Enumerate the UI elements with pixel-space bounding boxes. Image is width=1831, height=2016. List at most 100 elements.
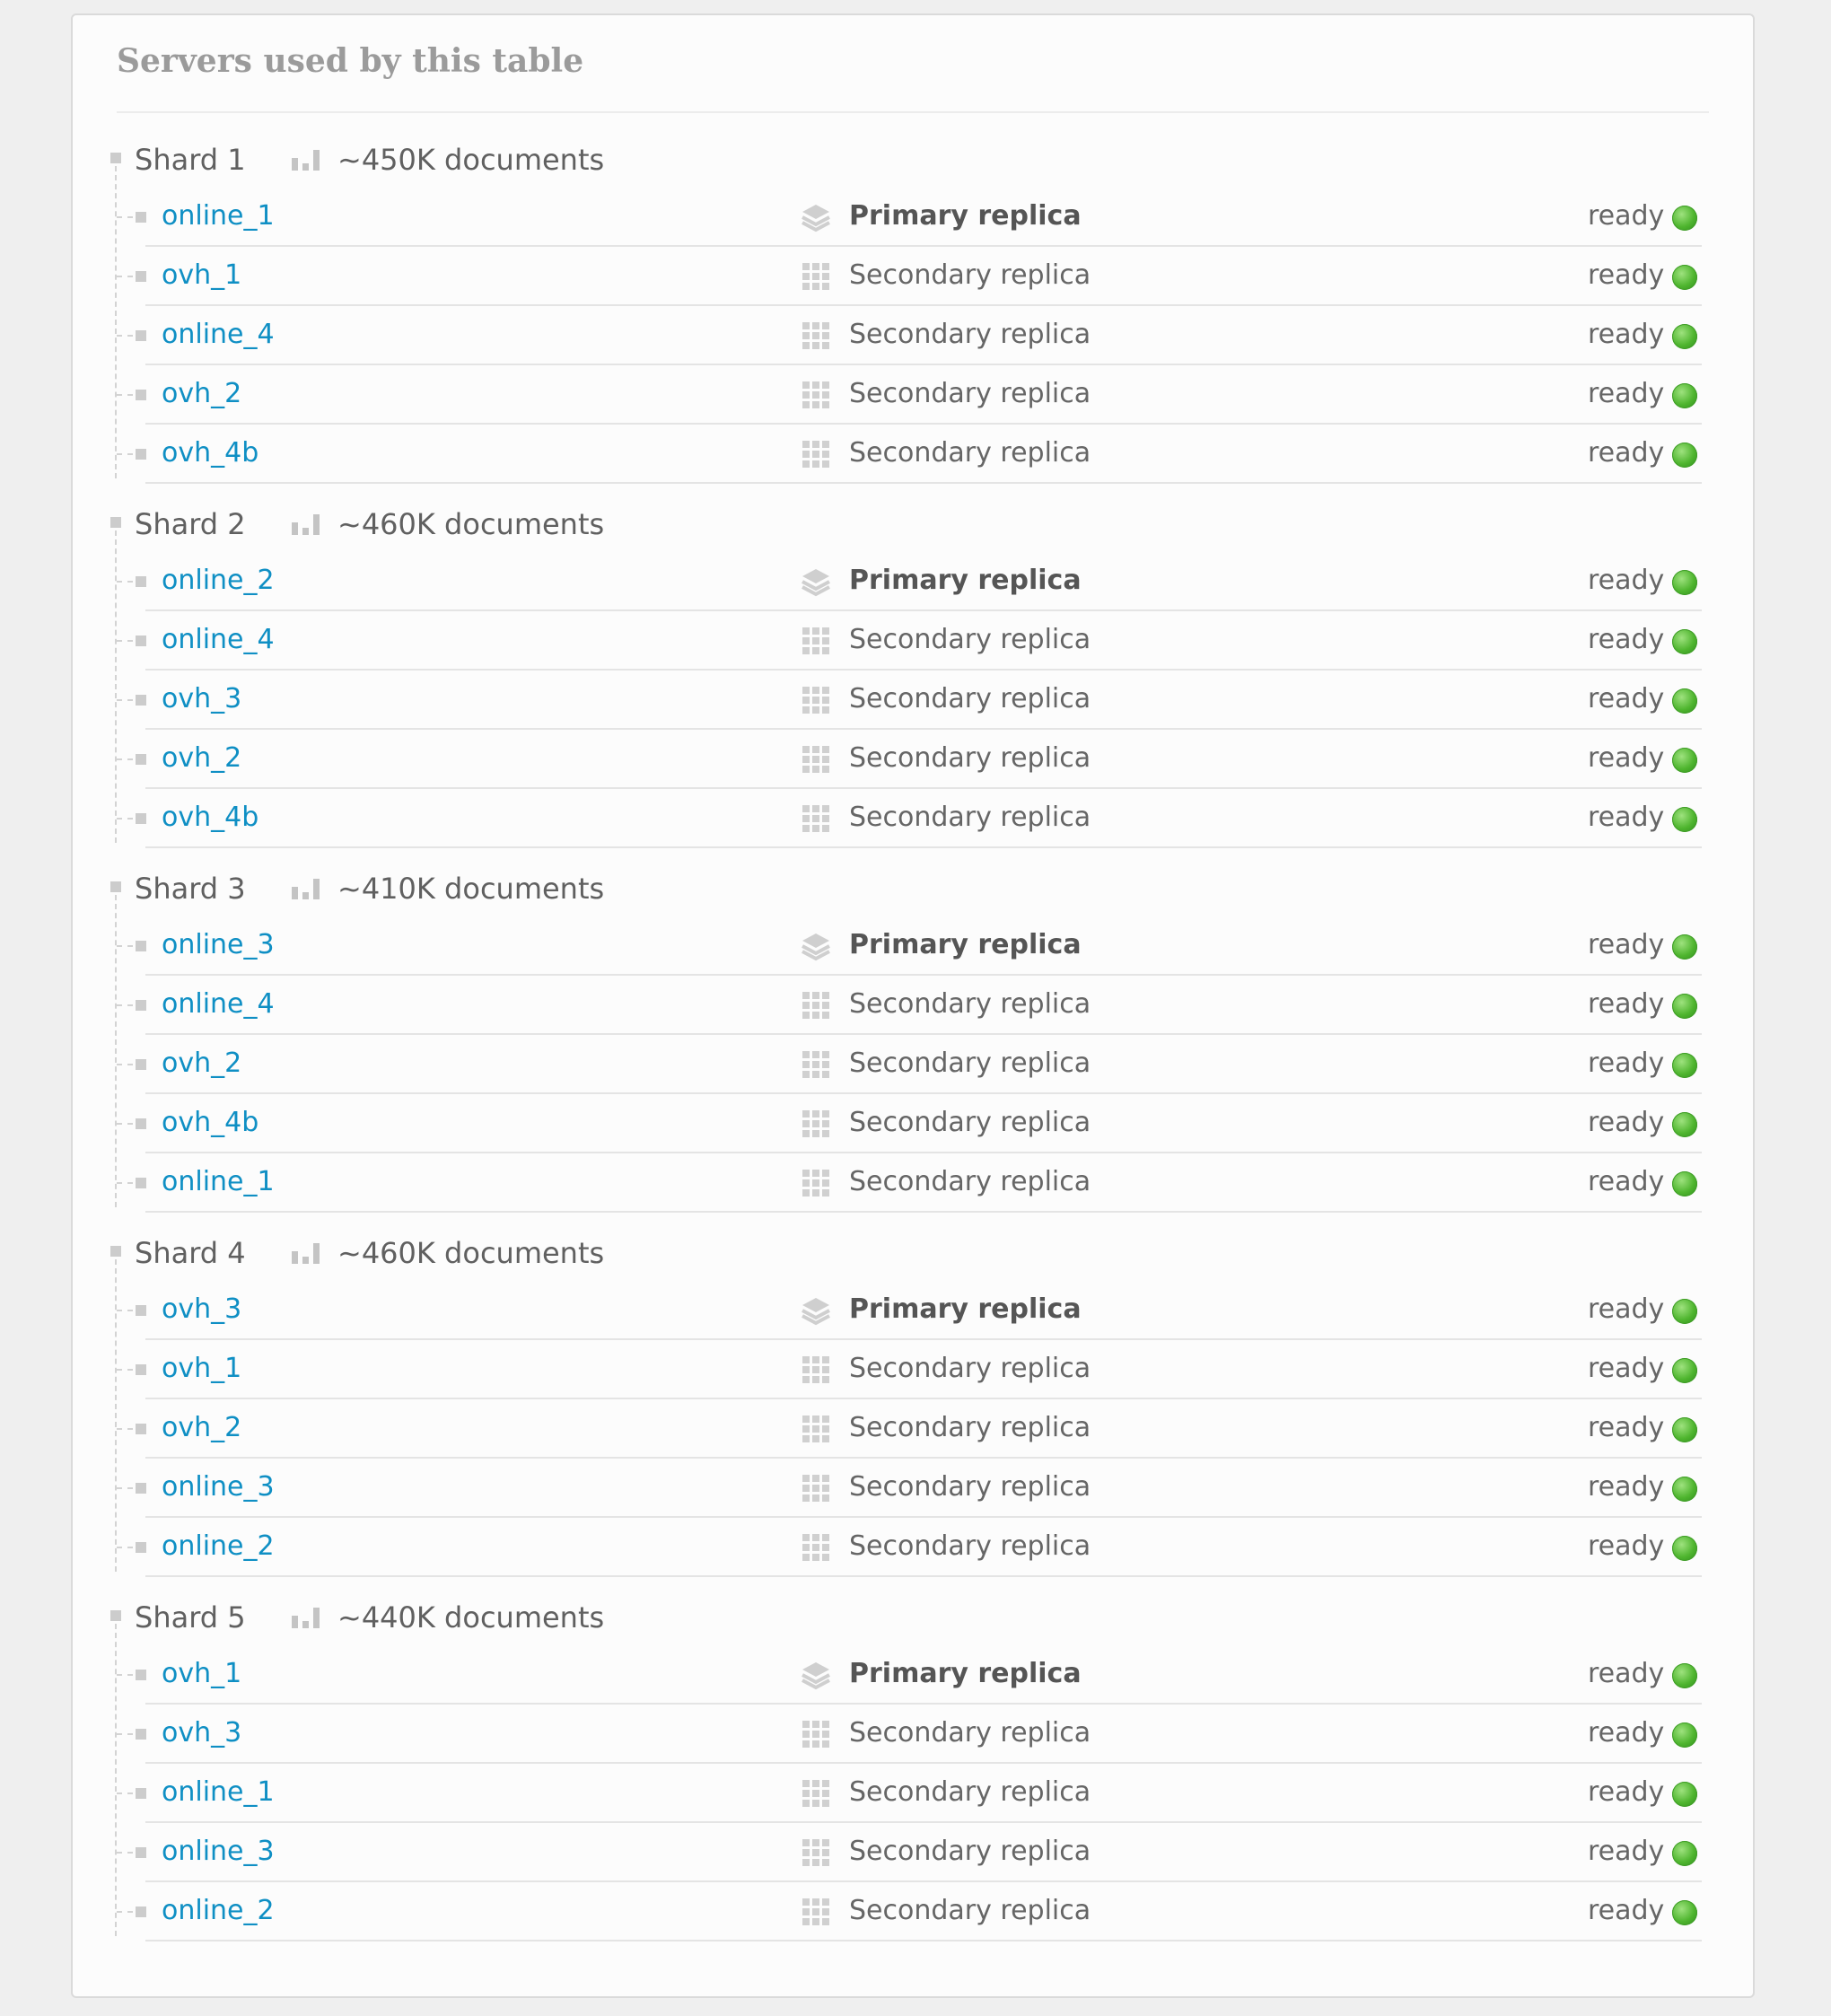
tree-node-icon [136, 1483, 146, 1494]
status-dot-icon [1672, 1171, 1697, 1196]
replica-status: ready [1588, 200, 1665, 232]
status-dot-icon [1672, 1536, 1697, 1561]
replica-status: ready [1588, 988, 1665, 1020]
replica-status: ready [1588, 1047, 1665, 1079]
server-link[interactable]: online_2 [162, 1530, 275, 1564]
replica-role: Secondary replica [849, 624, 1091, 655]
tree-node-icon [136, 212, 146, 223]
tree-node-icon [136, 1305, 146, 1316]
server-link[interactable]: online_4 [162, 318, 275, 352]
server-link[interactable]: online_4 [162, 623, 275, 657]
status-dot-icon [1672, 688, 1697, 714]
replica-role: Secondary replica [849, 988, 1091, 1020]
server-link[interactable]: ovh_4b [162, 1106, 258, 1140]
replica-row: online_3 Secondary replica ready [73, 1459, 1753, 1518]
server-link[interactable]: ovh_2 [162, 377, 241, 411]
server-link[interactable]: online_3 [162, 1470, 275, 1504]
replica-row: online_1 Primary replica ready [73, 188, 1753, 247]
replica-row: online_2 Secondary replica ready [73, 1518, 1753, 1577]
replica-row: ovh_3 Secondary replica ready [73, 671, 1753, 730]
tree-connector [117, 818, 133, 820]
replica-role: Secondary replica [849, 1471, 1091, 1503]
row-divider [145, 1575, 1702, 1577]
server-link[interactable]: ovh_1 [162, 259, 241, 293]
server-link[interactable]: ovh_3 [162, 682, 241, 716]
replica-status: ready [1588, 624, 1665, 655]
grid-icon [802, 381, 829, 408]
shard-group-2: Shard 2 ~460K documents online_2 Primary… [73, 498, 1753, 857]
server-link[interactable]: online_2 [162, 1894, 275, 1928]
replica-row: ovh_2 Secondary replica ready [73, 1399, 1753, 1459]
tree-connector [117, 945, 133, 947]
tree-connector [117, 581, 133, 583]
server-link[interactable]: ovh_1 [162, 1657, 241, 1691]
replica-status: ready [1588, 319, 1665, 350]
replica-row: ovh_2 Secondary replica ready [73, 365, 1753, 425]
replica-role: Primary replica [849, 200, 1082, 232]
tree-connector [117, 1004, 133, 1006]
tree-connector [117, 1487, 133, 1489]
layers-icon [802, 1662, 830, 1690]
replica-row: ovh_4b Secondary replica ready [73, 1094, 1753, 1153]
server-link[interactable]: online_3 [162, 928, 275, 962]
tree-connector [117, 1428, 133, 1430]
replica-status: ready [1588, 1776, 1665, 1808]
status-dot-icon [1672, 1053, 1697, 1078]
replica-status: ready [1588, 1895, 1665, 1926]
replica-status: ready [1588, 683, 1665, 714]
server-link[interactable]: online_2 [162, 564, 275, 598]
layers-icon [802, 1298, 830, 1326]
replica-row: online_1 Secondary replica ready [73, 1764, 1753, 1823]
grid-icon [802, 1051, 829, 1078]
replica-role: Secondary replica [849, 259, 1091, 291]
server-link[interactable]: ovh_2 [162, 741, 241, 776]
tree-node-icon [136, 754, 146, 765]
replica-status: ready [1588, 1166, 1665, 1197]
tree-node-icon [136, 1424, 146, 1434]
grid-icon [802, 1898, 829, 1925]
bar-chart-icon [292, 879, 320, 899]
shard-name: Shard 5 [135, 1600, 246, 1635]
server-link[interactable]: ovh_4b [162, 436, 258, 470]
shard-group-1: Shard 1 ~450K documents online_1 Primary… [73, 134, 1753, 493]
tree-connector [117, 640, 133, 642]
tree-connector [117, 699, 133, 701]
grid-icon [802, 687, 829, 714]
shard-name: Shard 2 [135, 507, 246, 541]
server-link[interactable]: ovh_4b [162, 801, 258, 835]
server-link[interactable]: ovh_2 [162, 1047, 241, 1081]
server-link[interactable]: online_1 [162, 199, 275, 233]
server-link[interactable]: ovh_3 [162, 1716, 241, 1750]
tree-node-icon [136, 1000, 146, 1011]
shard-group-4: Shard 4 ~460K documents ovh_3 Primary re… [73, 1227, 1753, 1586]
replica-role: Secondary replica [849, 378, 1091, 409]
tree-node-icon [136, 695, 146, 706]
grid-icon [802, 1534, 829, 1561]
tree-connector [117, 1674, 133, 1676]
tree-node-icon [136, 1178, 146, 1188]
replica-row: ovh_3 Primary replica ready [73, 1281, 1753, 1340]
replica-role: Secondary replica [849, 1895, 1091, 1926]
replica-role: Secondary replica [849, 1166, 1091, 1197]
server-link[interactable]: ovh_3 [162, 1293, 241, 1327]
replica-role: Secondary replica [849, 683, 1091, 714]
status-dot-icon [1672, 1782, 1697, 1807]
tree-connector [117, 394, 133, 396]
server-link[interactable]: ovh_1 [162, 1352, 241, 1386]
tree-node-icon [136, 330, 146, 341]
replica-row: online_1 Secondary replica ready [73, 1153, 1753, 1213]
server-link[interactable]: online_4 [162, 987, 275, 1021]
server-link[interactable]: online_1 [162, 1775, 275, 1810]
replica-role: Secondary replica [849, 1047, 1091, 1079]
server-link[interactable]: online_1 [162, 1165, 275, 1199]
tree-connector [117, 1733, 133, 1735]
tree-connector [117, 276, 133, 277]
tree-connector [117, 1792, 133, 1794]
row-divider [145, 846, 1702, 848]
shard-list: Shard 1 ~450K documents online_1 Primary… [73, 15, 1753, 1996]
server-link[interactable]: ovh_2 [162, 1411, 241, 1445]
server-link[interactable]: online_3 [162, 1835, 275, 1869]
tree-node-icon [136, 1118, 146, 1129]
replica-status: ready [1588, 378, 1665, 409]
status-dot-icon [1672, 629, 1697, 654]
